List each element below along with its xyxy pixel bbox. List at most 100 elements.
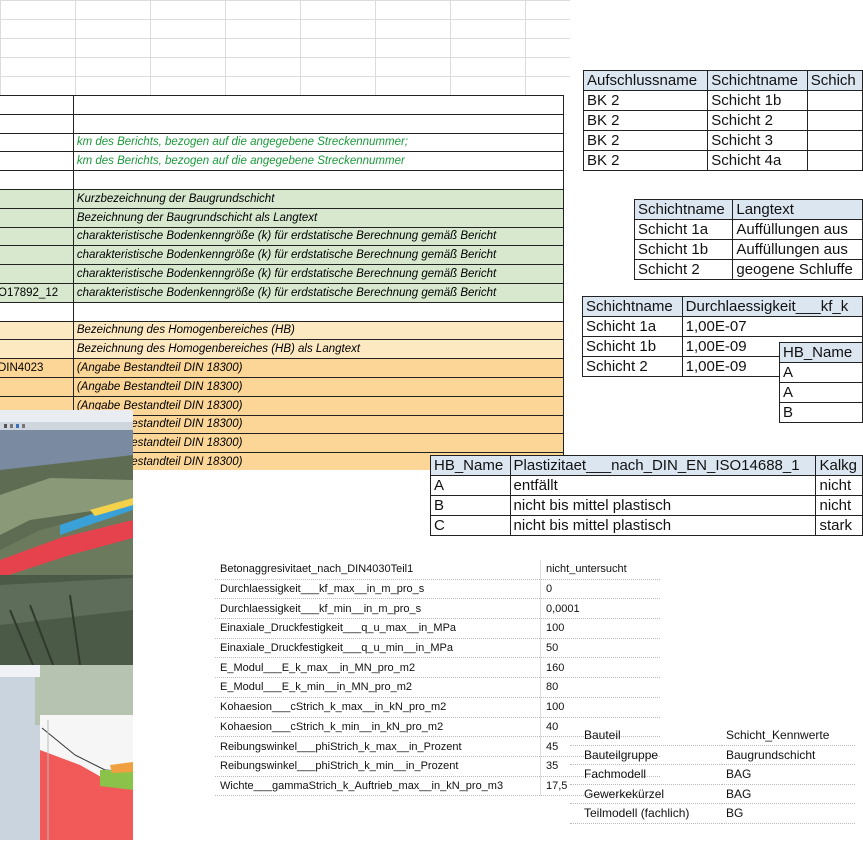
table-row: Bnicht bis mittel plastisch nicht [430, 495, 863, 516]
sheet-cell-code [0, 113, 74, 134]
property-value: nicht_untersucht [540, 560, 660, 580]
sheet-cell-description [72, 113, 565, 134]
table-row: Cnicht bis mittel plastisch stark [430, 515, 863, 536]
property-name: Reibungswinkel___phiStrich_k_max__in_Pro… [215, 736, 541, 757]
property-name: Kohaesion___cStrich_k_max__in_kN_pro_m2 [215, 697, 541, 718]
sheet-cell-code: DIN4023 [0, 358, 74, 378]
column-header: Schichtname [707, 70, 808, 91]
sheet-cell-description: charakteristische Bodenkenngröße (k) für… [72, 282, 565, 303]
property-value: 160 [540, 657, 660, 679]
sheet-cell-code [0, 264, 74, 284]
column-header: Schich [806, 70, 863, 91]
sheet-row: Bezeichnung der Baugrundschicht als Lang… [0, 207, 565, 228]
sheet-cell-description: charakteristische Bodenkenngröße (k) für… [72, 245, 565, 266]
sheet-row: km des Berichts, bezogen auf die angegeb… [0, 151, 565, 172]
table-row: BK 2 Schicht 2 [582, 110, 863, 131]
property-name: Gewerkekürzel [570, 784, 722, 804]
property-value: 0,0001 [540, 598, 660, 620]
column-header: HB_Name [430, 455, 511, 476]
property-name: Bauteilgruppe [570, 745, 722, 765]
property-name: Durchlaessigkeit___kf_min__in_m_pro_s [215, 598, 541, 620]
element-properties-list: Bauteil Schicht_Kennwerte Bauteilgruppe Bau… [570, 726, 855, 824]
column-header: Schichtname [582, 296, 683, 317]
property-row: Einaxiale_Druckfestigkeit___q_u_min__in_… [215, 638, 660, 659]
property-value: BAG [722, 784, 855, 804]
table-cell: nicht bis mittel plastisch [509, 495, 817, 516]
sheet-cell-code: O17892_12 [0, 282, 74, 303]
table-cell: nicht [815, 495, 863, 516]
sheet-cell-description: Bezeichnung des Homogenbereiches (HB) [72, 320, 565, 341]
table-row: B [779, 402, 863, 423]
sheet-cell-description: km des Berichts, bezogen auf die angegeb… [72, 151, 565, 172]
property-row: Durchlaessigkeit___kf_min__in_m_pro_s 0,0… [215, 598, 660, 620]
sheet-row: Bezeichnung des Homogenbereiches (HB) [0, 320, 565, 341]
sheet-cell-code [0, 188, 74, 209]
table-cell: BK 2 [582, 110, 709, 131]
table-cell: A [430, 475, 511, 496]
table-cell: Schicht 1a [582, 316, 683, 337]
table-cell: Schicht 1b [707, 90, 808, 111]
property-name: Teilmodell (fachlich) [570, 803, 722, 824]
property-name: Einaxiale_Druckfestigkeit___q_u_min__in_… [215, 638, 541, 659]
property-row: Fachmodell BAG [570, 764, 855, 785]
table-cell: A [779, 362, 863, 383]
model-viewer-screenshot [0, 410, 133, 840]
table-cell: B [779, 402, 863, 423]
column-header: Aufschlussname [582, 70, 709, 91]
column-header: Schichtname [633, 199, 734, 220]
sheet-row [0, 95, 565, 115]
sheet-cell-description [72, 301, 565, 322]
table-cell [806, 90, 863, 111]
langtext-table: Schichtname Langtext Schicht 1a Auffüllunge… [633, 199, 863, 280]
sheet-cell-description: (Angabe Bestandteil DIN 18300) [72, 414, 565, 435]
property-row: Betonaggresivitaet_nach_DIN4030Teil1 nich… [215, 560, 660, 580]
header-row: Schichtname Langtext [633, 199, 863, 220]
property-value: 100 [540, 697, 660, 718]
sheet-cell-description: charakteristische Bodenkenngröße (k) für… [72, 264, 565, 284]
sheet-row: charakteristische Bodenkenngröße (k) für… [0, 245, 565, 266]
property-name: Durchlaessigkeit___kf_max__in_m_pro_s [215, 579, 541, 600]
property-name: Wichte___gammaStrich_k_Auftrieb_max__in_… [215, 776, 541, 797]
sheet-row [0, 170, 565, 190]
table-cell: entfällt [509, 475, 817, 496]
sheet-cell-code [0, 95, 74, 115]
table-cell: Auffüllungen aus [732, 219, 863, 240]
table-cell: Schicht 4a [707, 150, 808, 171]
table-cell: B [430, 495, 511, 516]
property-row: Durchlaessigkeit___kf_max__in_m_pro_s 0 [215, 579, 660, 600]
property-row: Bauteil Schicht_Kennwerte [570, 726, 855, 746]
table-cell [806, 110, 863, 131]
sheet-cell-description: (Angabe Bestandteil DIN 18300) [72, 376, 565, 397]
property-row: Bauteilgruppe Baugrundschicht [570, 745, 855, 765]
property-name: Betonaggresivitaet_nach_DIN4030Teil1 [215, 560, 541, 580]
sheet-row [0, 113, 565, 134]
column-header: Plastizitaet___nach_DIN_EN_ISO14688_1 [509, 455, 817, 476]
sheet-row: O17892_12 charakteristische Bodenkenngröß… [0, 282, 565, 303]
table-cell: 1,00E-07 [681, 316, 863, 337]
sheet-cell-code [0, 320, 74, 341]
table-row: BK 2 Schicht 3 [582, 130, 863, 151]
column-header: Langtext [732, 199, 863, 220]
sheet-cell-description: (Angabe Bestandteil DIN 18300) [72, 358, 565, 378]
column-header: Durchlaessigkeit___kf_k [681, 296, 863, 317]
sheet-cell-code [0, 245, 74, 266]
property-row: E_Modul___E_k_min__in_MN_pro_m2 80 [215, 677, 660, 698]
property-name: Bauteil [570, 726, 722, 746]
table-cell: Schicht 2 [582, 356, 683, 377]
table-row: BK 2 Schicht 4a [582, 150, 863, 171]
property-value: BG [722, 803, 855, 824]
property-row: Gewerkekürzel BAG [570, 784, 855, 804]
sheet-row: charakteristische Bodenkenngröße (k) für… [0, 226, 565, 247]
property-value: BAG [722, 764, 855, 785]
hb-name-table: HB_Name A A B [779, 342, 863, 423]
property-name: E_Modul___E_k_min__in_MN_pro_m2 [215, 677, 541, 698]
table-cell: nicht bis mittel plastisch [509, 515, 817, 536]
sheet-cell-description: (Angabe Bestandteil DIN 18300) [72, 433, 565, 454]
sheet-cell-description: Kurzbezeichnung der Baugrundschicht [72, 188, 565, 209]
sheet-cell-description: km des Berichts, bezogen auf die angegeb… [72, 132, 565, 153]
sheet-row: km des Berichts, bezogen auf die angegeb… [0, 132, 565, 153]
model-viewer-image [0, 410, 133, 840]
background-spreadsheet: km des Berichts, bezogen auf die angegeb… [0, 0, 570, 470]
table-row: Schicht 2 geogene Schluffe [633, 259, 863, 280]
sheet-cell-description [72, 95, 565, 115]
